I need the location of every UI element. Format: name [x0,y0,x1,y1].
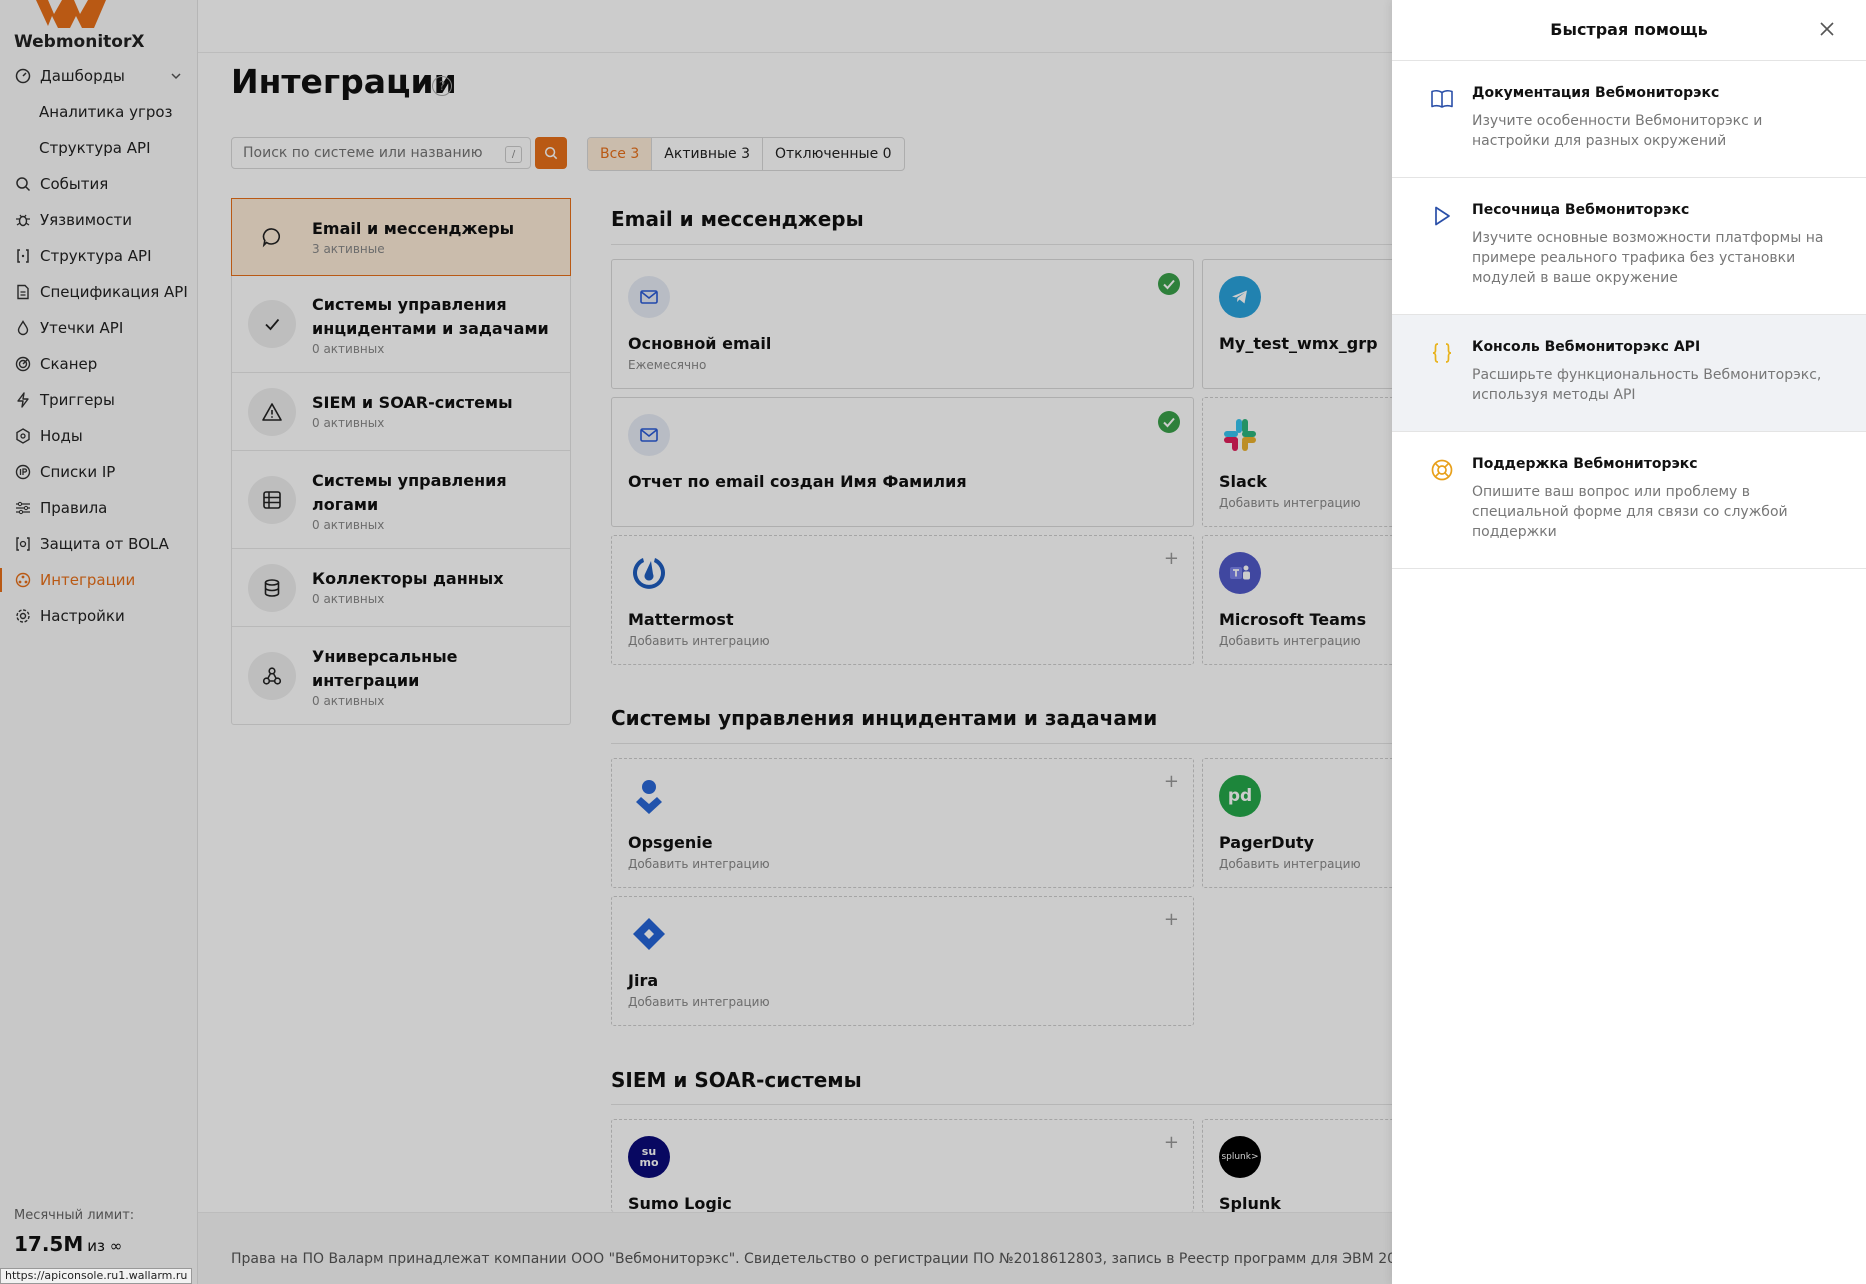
lifebuoy-icon [1430,458,1454,482]
help-item-sandbox[interactable]: Песочница Вебмониторэкс Изучите основные… [1392,178,1866,315]
book-icon [1430,87,1454,111]
help-item-title: Песочница Вебмониторэкс [1472,202,1690,218]
help-item-title: Поддержка Вебмониторэкс [1472,456,1698,472]
curly-braces-icon [1430,341,1454,365]
quick-help-drawer: Быстрая помощь Документация Вебмониторэк… [1392,0,1866,1284]
drawer-title: Быстрая помощь [1550,20,1708,39]
status-bar-url: https://apiconsole.ru1.wallarm.ru [0,1268,193,1284]
help-item-support[interactable]: Поддержка Вебмониторэкс Опишите ваш вопр… [1392,432,1866,569]
close-icon[interactable] [1818,20,1836,38]
help-item-desc: Изучите основные возможности платформы н… [1472,230,1824,286]
help-item-docs[interactable]: Документация Вебмониторэкс Изучите особе… [1392,61,1866,178]
help-item-desc: Расширьте функциональность Вебмониторэкс… [1472,367,1822,403]
help-item-desc: Изучите особенности Вебмониторэкс и наст… [1472,113,1763,149]
help-item-desc: Опишите ваш вопрос или проблему в специа… [1472,484,1788,540]
drawer-header: Быстрая помощь [1392,0,1866,61]
modal-overlay[interactable] [0,0,1392,1284]
help-item-title: Консоль Вебмониторэкс API [1472,339,1701,355]
help-item-api-console[interactable]: Консоль Вебмониторэкс API Расширьте функ… [1392,315,1866,432]
play-icon [1430,204,1454,228]
help-item-title: Документация Вебмониторэкс [1472,85,1720,101]
